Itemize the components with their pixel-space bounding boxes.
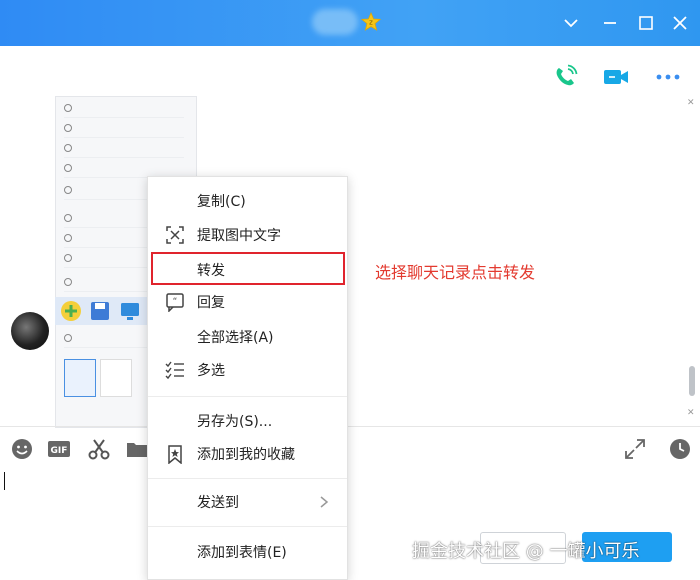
folder-icon[interactable] (125, 437, 149, 461)
chevron-down-icon[interactable] (561, 13, 581, 33)
scroll-down-icon[interactable]: ✕ (687, 408, 695, 418)
menu-item-label: 发送到 (197, 495, 239, 511)
menu-item-select-all[interactable]: 全部选择(A) (148, 321, 347, 353)
close-icon[interactable] (670, 13, 690, 33)
text-extract-icon (166, 226, 184, 244)
forward-highlight-box (151, 252, 345, 285)
emoji-sticker-icon (61, 301, 81, 321)
menu-item-add-sticker[interactable]: 添加到表情(E) (148, 536, 347, 568)
input-divider (0, 426, 700, 427)
vip-badge-icon: z (361, 12, 381, 31)
maximize-icon[interactable] (636, 13, 656, 33)
menu-item-label: 提取图中文字 (197, 228, 281, 244)
menu-item-label: 添加到表情(E) (197, 545, 287, 561)
menu-item-multi-select[interactable]: 多选 (148, 354, 347, 386)
gif-icon[interactable]: GIF (47, 437, 71, 461)
text-cursor (4, 472, 5, 490)
minimize-icon[interactable] (600, 13, 620, 33)
menu-item-label: 复制(C) (197, 194, 246, 210)
menu-separator (148, 526, 347, 527)
menu-item-save-as[interactable]: 另存为(S)... (148, 405, 347, 437)
menu-item-send-to[interactable]: 发送到 (148, 486, 347, 518)
quote-icon: “ (166, 293, 184, 312)
history-icon[interactable] (668, 437, 692, 461)
menu-item-copy[interactable]: 复制(C) (148, 185, 347, 217)
more-icon[interactable] (654, 63, 682, 91)
scroll-up-icon[interactable]: ✕ (687, 98, 695, 108)
expand-icon[interactable] (623, 437, 647, 461)
menu-item-reply[interactable]: “ 回复 (148, 286, 347, 318)
menu-item-extract-text[interactable]: 提取图中文字 (148, 219, 347, 251)
menu-item-label: 全部选择(A) (197, 330, 274, 346)
svg-text:z: z (369, 19, 373, 27)
menu-item-label: 多选 (197, 363, 225, 379)
video-icon[interactable] (602, 63, 630, 91)
sender-avatar[interactable] (11, 312, 49, 350)
menu-item-label: 添加到我的收藏 (197, 447, 295, 463)
chevron-right-icon (320, 496, 329, 508)
emoji-icon[interactable] (10, 437, 34, 461)
menu-item-label: 另存为(S)... (197, 414, 273, 430)
scissors-icon[interactable] (87, 437, 111, 461)
title-bar: z (0, 0, 700, 46)
svg-text:“: “ (173, 297, 178, 307)
svg-text:GIF: GIF (51, 446, 68, 456)
context-menu: 复制(C) 提取图中文字 转发 “ 回复 全部选择(A) 多选 另存为(S)..… (147, 176, 348, 580)
save-icon (91, 302, 109, 320)
phone-icon[interactable] (551, 63, 579, 91)
chat-scrollbar[interactable] (689, 366, 695, 396)
annotation-text: 选择聊天记录点击转发 (375, 263, 536, 282)
monitor-icon (121, 303, 139, 320)
multi-select-icon (165, 361, 184, 380)
blurred-contact-name (312, 9, 358, 35)
bookmark-icon (168, 445, 182, 464)
watermark: 掘金技术社区 @ 一罐小可乐 (412, 541, 640, 562)
menu-separator (148, 478, 347, 479)
menu-item-add-favorite[interactable]: 添加到我的收藏 (148, 438, 347, 470)
menu-separator (148, 396, 347, 397)
menu-item-label: 回复 (197, 295, 225, 311)
